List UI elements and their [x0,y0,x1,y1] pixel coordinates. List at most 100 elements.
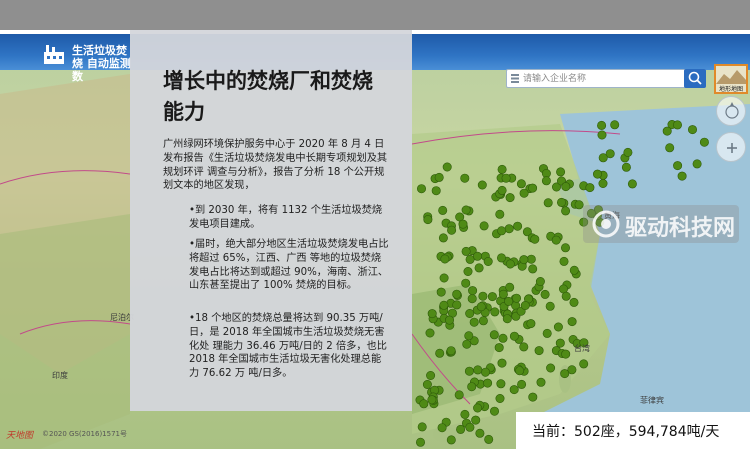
facility-marker[interactable] [434,172,444,182]
facility-marker[interactable] [464,366,474,376]
facility-marker[interactable] [473,403,483,413]
facility-marker[interactable] [515,366,525,376]
facility-marker[interactable] [597,130,607,140]
facility-marker[interactable] [427,395,437,405]
facility-marker[interactable] [627,179,637,189]
facility-marker[interactable] [497,226,507,236]
pan-control[interactable] [716,96,746,126]
facility-marker[interactable] [509,331,519,341]
facility-marker[interactable] [423,215,433,225]
facility-marker[interactable] [497,185,507,195]
facility-marker[interactable] [569,265,579,275]
facility-marker[interactable] [463,267,473,277]
facility-marker[interactable] [560,243,570,253]
facility-marker[interactable] [699,137,709,147]
facility-marker[interactable] [592,169,602,179]
facility-marker[interactable] [460,173,470,183]
facility-marker[interactable] [534,346,544,356]
facility-marker[interactable] [569,297,579,307]
facility-marker[interactable] [447,225,457,235]
facility-marker[interactable] [505,282,515,292]
facility-marker[interactable] [495,209,505,219]
facility-marker[interactable] [425,328,435,338]
facility-marker[interactable] [417,422,427,432]
facility-marker[interactable] [511,293,521,303]
facility-marker[interactable] [556,197,566,207]
facility-marker[interactable] [472,251,482,261]
facility-marker[interactable] [489,406,499,416]
facility-marker[interactable] [530,234,540,244]
facility-marker[interactable] [561,291,571,301]
facility-marker[interactable] [465,308,475,318]
facility-marker[interactable] [535,277,545,287]
facility-marker[interactable] [556,167,566,177]
facility-marker[interactable] [416,184,426,194]
facility-marker[interactable] [579,359,589,369]
facility-marker[interactable] [561,349,571,359]
facility-marker[interactable] [497,164,507,174]
facility-marker[interactable] [438,233,448,243]
facility-marker[interactable] [687,125,697,135]
facility-marker[interactable] [422,379,432,389]
facility-marker[interactable] [519,255,529,265]
facility-marker[interactable] [435,348,445,358]
facility-marker[interactable] [543,198,553,208]
facility-marker[interactable] [498,333,508,343]
facility-marker[interactable] [478,291,488,301]
facility-marker[interactable] [621,162,631,172]
facility-marker[interactable] [665,143,675,153]
facility-marker[interactable] [476,302,486,312]
facility-marker[interactable] [446,346,456,356]
facility-marker[interactable] [673,161,683,171]
facility-marker[interactable] [465,422,475,432]
facility-marker[interactable] [415,437,425,447]
facility-marker[interactable] [440,254,450,264]
facility-marker[interactable] [426,370,436,380]
facility-marker[interactable] [484,434,494,444]
facility-marker[interactable] [662,126,672,136]
facility-marker[interactable] [567,317,577,327]
facility-marker[interactable] [553,322,563,332]
facility-marker[interactable] [536,377,546,387]
facility-marker[interactable] [469,317,479,327]
facility-marker[interactable] [452,300,462,310]
facility-marker[interactable] [496,253,506,263]
facility-marker[interactable] [561,206,571,216]
facility-marker[interactable] [520,300,530,310]
facility-marker[interactable] [513,221,523,231]
facility-marker[interactable] [501,173,511,183]
facility-marker[interactable] [498,289,508,299]
facility-marker[interactable] [439,300,449,310]
facility-marker[interactable] [468,286,478,296]
facility-marker[interactable] [519,342,529,352]
facility-marker[interactable] [480,367,490,377]
facility-marker[interactable] [540,289,550,299]
search-button[interactable] [684,69,706,88]
facility-marker[interactable] [477,180,487,190]
facility-marker[interactable] [460,409,470,419]
facility-marker[interactable] [517,379,527,389]
facility-marker[interactable] [623,147,633,157]
facility-marker[interactable] [546,363,556,373]
company-search-input[interactable] [523,72,683,86]
facility-marker[interactable] [597,120,607,130]
facility-marker[interactable] [598,179,608,189]
facility-marker[interactable] [545,301,555,311]
facility-marker[interactable] [446,435,456,445]
facility-marker[interactable] [439,273,449,283]
facility-marker[interactable] [505,259,515,269]
facility-marker[interactable] [475,428,485,438]
facility-marker[interactable] [598,153,608,163]
facility-marker[interactable] [437,423,447,433]
facility-marker[interactable] [502,314,512,324]
facility-marker[interactable] [541,176,551,186]
facility-marker[interactable] [561,182,571,192]
facility-marker[interactable] [610,120,620,130]
facility-marker[interactable] [467,382,477,392]
facility-marker[interactable] [490,307,500,317]
facility-marker[interactable] [559,256,569,266]
facility-marker[interactable] [516,179,526,189]
facility-marker[interactable] [452,289,462,299]
facility-marker[interactable] [458,219,468,229]
facility-marker[interactable] [438,205,448,215]
